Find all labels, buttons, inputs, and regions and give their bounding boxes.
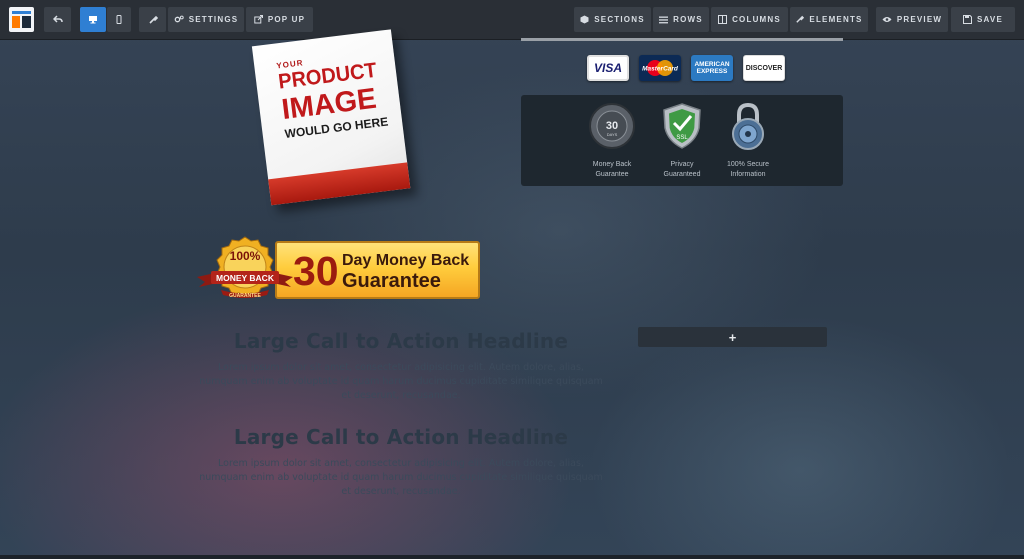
rows-icon [659, 16, 669, 23]
cube-icon [580, 15, 589, 24]
seal-money-back: MONEY BACK [216, 273, 275, 283]
preview-button[interactable]: PREVIEW [876, 7, 948, 32]
rows-label: ROWS [673, 15, 703, 24]
guarantee-line-2: Guarantee [342, 270, 441, 292]
external-link-icon [254, 15, 263, 24]
seal-days-number: 30 [606, 120, 618, 132]
mastercard-label: MasterCard [642, 66, 679, 73]
preview-label: PREVIEW [896, 15, 943, 24]
ssl-shield-icon: SSL [663, 103, 701, 149]
tools-button[interactable] [139, 7, 166, 32]
plus-icon: + [728, 329, 737, 345]
app-logo[interactable] [9, 7, 34, 32]
discover-card-icon: DISCOVER [743, 55, 785, 81]
mastercard-icon: MasterCard [639, 55, 681, 81]
cta-body-text: Lorem ipsum dolor sit amet, consectetur … [199, 362, 603, 401]
divider-line [521, 38, 843, 41]
seal-days-label: DAYS [607, 132, 618, 137]
amex-card-icon: AMERICAN EXPRESS [691, 55, 733, 81]
wrench-icon [796, 15, 805, 23]
trust-badge-line1: Money Back [592, 161, 632, 168]
eye-icon [882, 17, 892, 22]
wrench-icon [148, 15, 158, 24]
trust-badge-line1: Privacy [670, 161, 694, 168]
save-button[interactable]: SAVE [951, 7, 1015, 32]
mobile-icon [116, 15, 122, 24]
editor-toolbar: SETTINGS POP UP SECTIONS ROWS COLUMNS EL… [0, 0, 1024, 40]
money-back-seal-icon: 30 DAYS [589, 103, 635, 149]
mobile-view-button[interactable] [107, 7, 131, 32]
columns-button[interactable]: COLUMNS [711, 7, 788, 32]
trust-badge-money-back: 30 DAYS Money Back Guarantee [577, 101, 647, 180]
trust-badge-line2: Information [730, 171, 766, 178]
cta-block[interactable]: Large Call to Action Headline Lorem ipsu… [196, 329, 606, 403]
desktop-icon [89, 16, 97, 24]
gears-icon [174, 15, 184, 23]
desktop-view-button[interactable] [80, 7, 106, 32]
bottom-edge [0, 555, 1024, 559]
cta-body-text: Lorem ipsum dolor sit amet, consectetur … [199, 458, 603, 497]
payment-cards[interactable]: VISA MasterCard AMERICAN EXPRESS DISCOVE… [587, 55, 785, 81]
product-book-cover: YOUR PRODUCT IMAGE WOULD GO HERE [251, 29, 411, 206]
rows-button[interactable]: ROWS [653, 7, 709, 32]
popup-label: POP UP [267, 15, 306, 24]
settings-label: SETTINGS [188, 15, 239, 24]
undo-icon [52, 15, 63, 23]
elements-label: ELEMENTS [809, 15, 863, 24]
elements-button[interactable]: ELEMENTS [790, 7, 868, 32]
seal-guarantee: GUARANTEE [229, 293, 261, 299]
ssl-label: SSL [676, 135, 688, 141]
trust-badge-line2: Guarantee [595, 171, 629, 178]
guarantee-line-1: Day Money Back [342, 252, 470, 269]
columns-label: COLUMNS [732, 15, 781, 24]
trust-badge-privacy: SSL Privacy Guaranteed [647, 101, 717, 180]
floppy-disk-icon [963, 15, 972, 24]
trust-badge-line2: Guaranteed [663, 171, 701, 178]
cta-headline: Large Call to Action Headline [233, 329, 569, 353]
seal-percent: 100% [230, 249, 261, 263]
trust-badge-line1: 100% Secure [726, 161, 770, 168]
popup-button[interactable]: POP UP [246, 7, 313, 32]
undo-button[interactable] [44, 7, 71, 32]
cta-headline: Large Call to Action Headline [233, 425, 569, 449]
guarantee-seal-icon: 100% MONEY BACK GUARANTEE [197, 236, 293, 299]
cta-block[interactable]: Large Call to Action Headline Lorem ipsu… [196, 425, 606, 499]
trust-badges-panel[interactable]: 30 DAYS Money Back Guarantee SSL Privacy G… [521, 95, 843, 186]
sections-button[interactable]: SECTIONS [574, 7, 651, 32]
trust-badge-secure: 100% Secure Information [713, 101, 783, 180]
columns-icon [718, 15, 728, 24]
product-cover-band [268, 162, 411, 206]
guarantee-days-number: 30 [293, 248, 339, 294]
money-back-guarantee-badge[interactable]: 100% MONEY BACK GUARANTEE 30 Day Money B… [195, 235, 490, 305]
save-label: SAVE [977, 15, 1003, 24]
settings-button[interactable]: SETTINGS [168, 7, 244, 32]
sections-label: SECTIONS [594, 15, 645, 24]
padlock-icon [732, 102, 764, 150]
product-image[interactable]: YOUR PRODUCT IMAGE WOULD GO HERE [251, 27, 432, 221]
add-element-button[interactable]: + [638, 327, 827, 347]
visa-card-icon: VISA [587, 55, 629, 81]
